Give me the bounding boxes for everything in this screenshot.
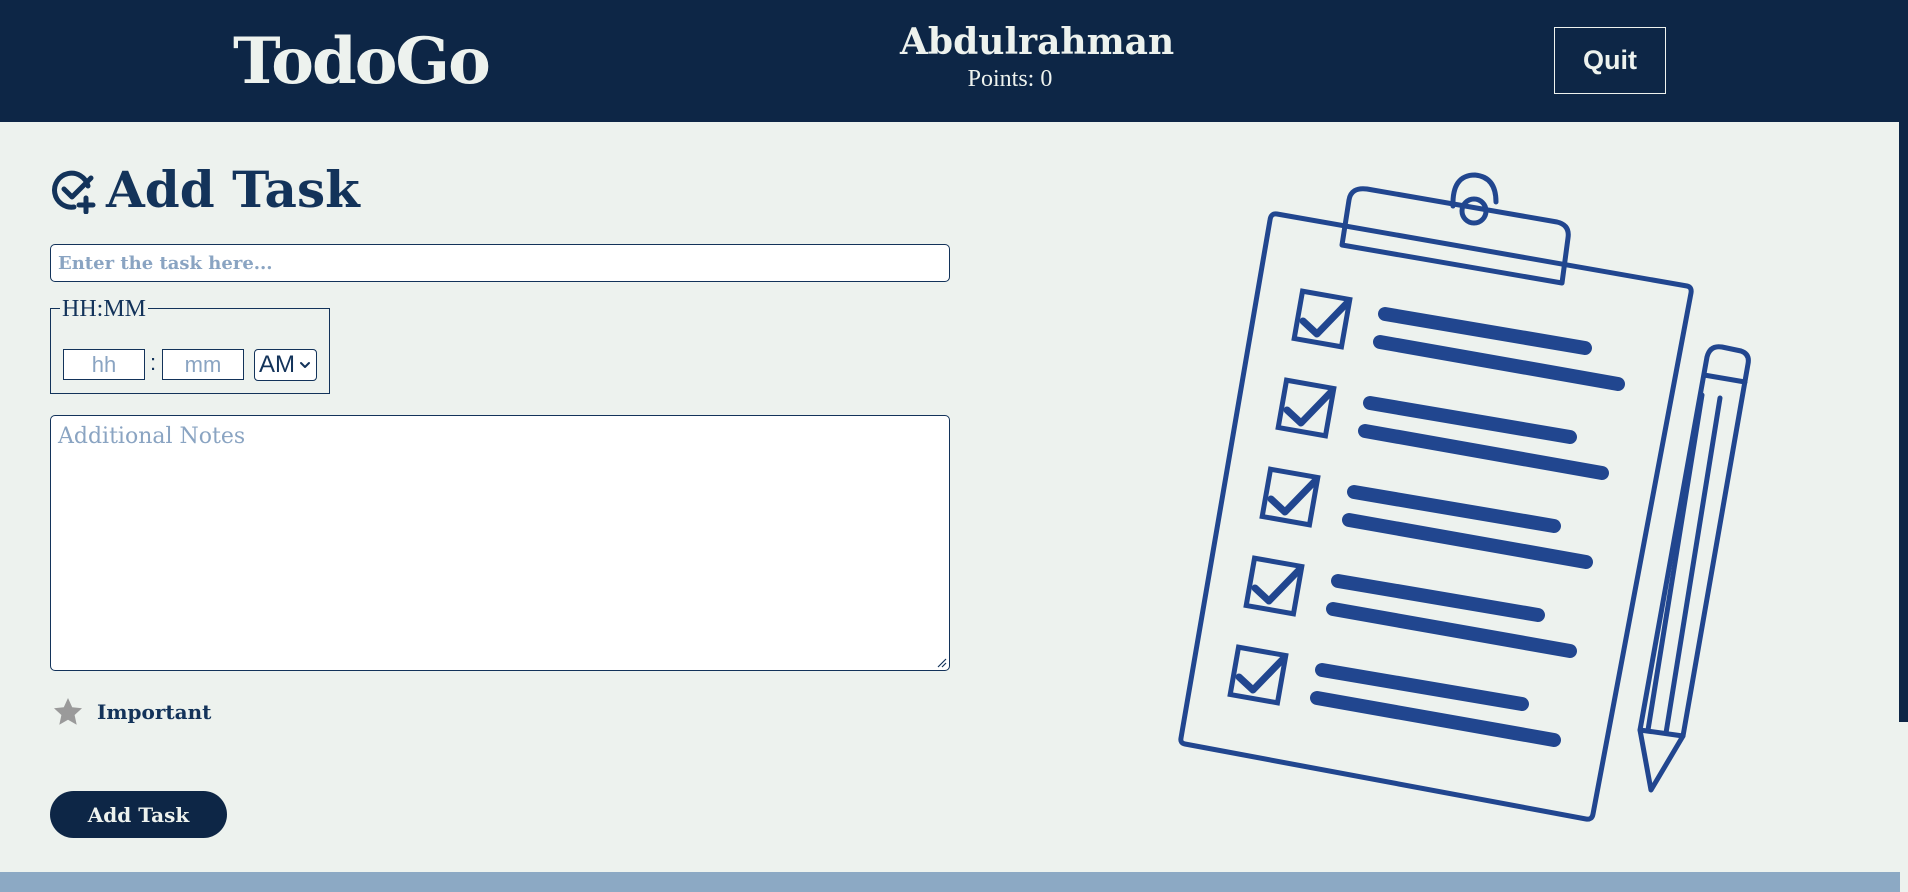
hour-input[interactable] — [63, 349, 145, 380]
username: Abdulrahman — [900, 21, 1175, 63]
add-task-heading: Add Task — [50, 158, 360, 222]
check-circle-plus-icon — [52, 170, 96, 214]
minute-input[interactable] — [162, 349, 244, 380]
notes-textarea[interactable]: Additional Notes — [50, 415, 950, 671]
chevron-down-icon — [300, 362, 310, 368]
notes-placeholder: Additional Notes — [58, 424, 246, 449]
page-scrollbar[interactable] — [1899, 122, 1908, 722]
time-separator: : — [150, 350, 157, 375]
important-label: Important — [97, 700, 212, 724]
star-icon[interactable] — [52, 696, 84, 728]
page-title: Add Task — [106, 160, 360, 219]
ampm-select[interactable]: AM — [254, 349, 317, 381]
app-logo[interactable]: TodoGo — [233, 22, 491, 102]
app-header: TodoGo Abdulrahman Points: 0 Quit — [0, 0, 1908, 122]
quit-button[interactable]: Quit — [1554, 27, 1666, 94]
ampm-value: AM — [259, 351, 295, 378]
important-toggle[interactable]: Important — [52, 694, 211, 730]
resize-handle-icon[interactable] — [935, 656, 947, 668]
add-task-button[interactable]: Add Task — [50, 791, 227, 838]
clipboard-checklist-illustration — [1178, 172, 1751, 822]
time-legend: HH:MM — [60, 296, 149, 322]
task-input[interactable] — [50, 244, 950, 282]
page-footer — [0, 872, 1900, 892]
user-info: Abdulrahman Points: 0 — [900, 20, 1175, 94]
points-counter: Points: 0 — [967, 66, 1053, 92]
